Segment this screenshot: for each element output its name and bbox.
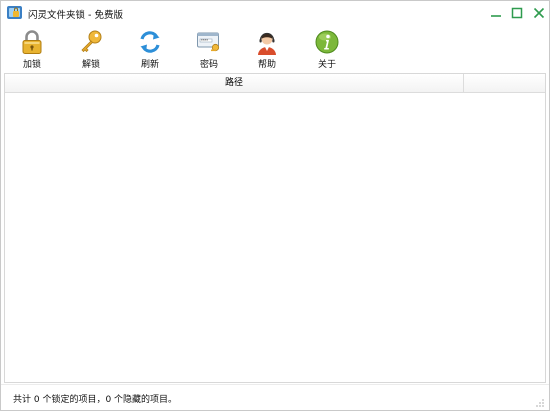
maximize-icon: [511, 7, 523, 19]
locked-items-list[interactable]: 路径: [4, 73, 546, 383]
password-button[interactable]: **** 密码: [189, 29, 229, 71]
padlock-icon: [22, 30, 42, 54]
close-button[interactable]: [531, 5, 547, 21]
app-logo-icon: [7, 6, 22, 19]
column-header-path[interactable]: 路径: [5, 74, 464, 93]
status-divider: [1, 384, 549, 385]
refresh-label: 刷新: [140, 60, 159, 70]
minimize-icon: [491, 15, 501, 17]
minimize-button[interactable]: [488, 5, 504, 21]
password-card-icon: ****: [197, 32, 220, 52]
toolbar: 加锁 解锁 刷新 **** 密码 帮助 关于: [1, 27, 549, 73]
help-button[interactable]: 帮助: [247, 29, 287, 71]
app-window: 闪灵文件夹锁 - 免费版 加锁 解锁 刷新 **** 密码 帮助 关于 路径 共…: [0, 0, 550, 411]
status-text: 共计 0 个锁定的项目，0 个隐藏的项目。: [13, 395, 178, 405]
refresh-button[interactable]: 刷新: [130, 29, 170, 71]
refresh-icon: [140, 31, 160, 53]
lock-button[interactable]: 加锁: [12, 29, 52, 71]
unlock-label: 解锁: [81, 60, 100, 70]
info-icon: [315, 30, 339, 54]
about-button[interactable]: 关于: [307, 29, 347, 71]
title-bar: 闪灵文件夹锁 - 免费版: [1, 1, 549, 25]
password-label: 密码: [199, 60, 218, 70]
about-label: 关于: [317, 60, 336, 70]
window-title: 闪灵文件夹锁 - 免费版: [28, 10, 123, 21]
help-label: 帮助: [257, 60, 276, 70]
maximize-button[interactable]: [509, 5, 525, 21]
support-agent-icon: [258, 32, 276, 55]
unlock-button[interactable]: 解锁: [71, 29, 111, 71]
lock-label: 加锁: [22, 60, 41, 70]
close-icon: [533, 7, 545, 19]
list-header: 路径: [5, 74, 545, 93]
svg-text:****: ****: [201, 39, 208, 43]
column-header-extra[interactable]: [464, 74, 545, 93]
key-icon: [81, 30, 102, 53]
resize-grip-icon[interactable]: [533, 396, 545, 408]
